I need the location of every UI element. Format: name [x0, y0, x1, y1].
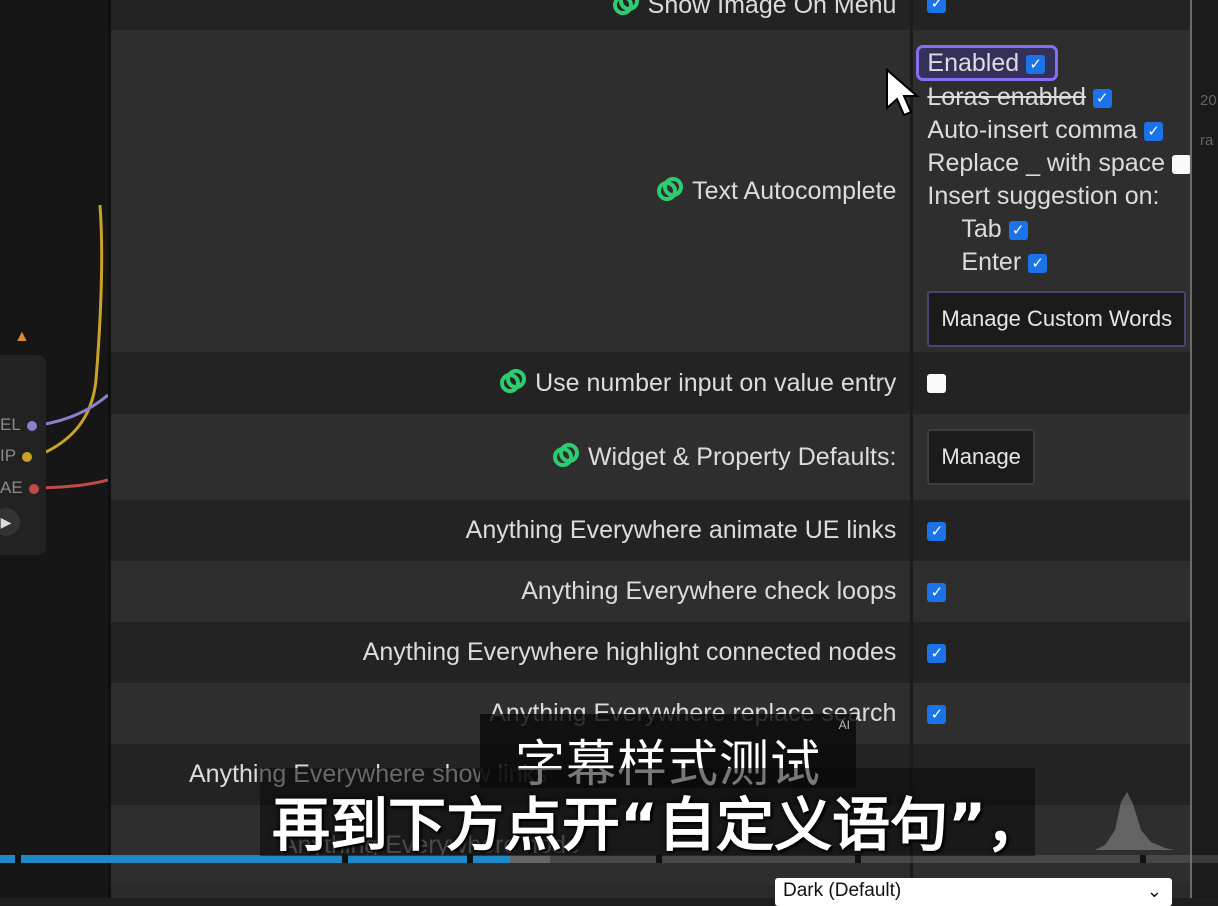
setting-row: Use number input on value entry — [111, 352, 1191, 414]
auto-comma-checkbox[interactable]: ✓ — [1144, 121, 1164, 141]
enter-label: Enter — [961, 248, 1022, 276]
port-dot[interactable] — [26, 420, 37, 431]
setting-label: Anything Everywhere check loops — [111, 561, 914, 622]
tab-checkbox[interactable]: ✓ — [1008, 220, 1028, 240]
right-panel-edge: 20 ra — [1190, 0, 1218, 898]
ae-highlight-checkbox[interactable]: ✓ — [927, 643, 947, 663]
setting-row: Widget & Property Defaults: Manage — [111, 414, 1191, 500]
setting-row: Text Autocomplete Enabled ✓ Loras enable… — [111, 30, 1191, 352]
enter-checkbox[interactable]: ✓ — [1028, 253, 1048, 273]
link-badge-icon — [552, 443, 579, 467]
manage-custom-words-button[interactable]: Manage Custom Words — [927, 291, 1187, 347]
enabled-checkbox[interactable]: ✓ — [1026, 54, 1046, 74]
setting-label: Anything Everywhere highlight connected … — [111, 622, 914, 683]
port-dot[interactable] — [22, 451, 33, 462]
mouse-cursor-icon — [886, 68, 920, 117]
setting-label: Text Autocomplete — [111, 30, 914, 352]
setting-label: Use number input on value entry — [111, 352, 914, 414]
node-canvas[interactable]: ▲ EL IP AE ▶ — [0, 0, 108, 898]
number-input-checkbox[interactable] — [927, 374, 947, 394]
loras-label: Loras enabled — [927, 83, 1086, 111]
ae-animate-checkbox[interactable]: ✓ — [927, 521, 947, 541]
chapter-divider — [15, 855, 21, 863]
replace-underscore-checkbox[interactable] — [1172, 154, 1191, 174]
setting-row: Show Image On Menu ✓ — [111, 0, 1191, 30]
port-dot[interactable] — [28, 483, 39, 494]
show-image-checkbox[interactable]: ✓ — [927, 0, 947, 14]
theme-select[interactable]: Dark (Default) ⌄ — [775, 878, 1172, 906]
insert-suggestion-label: Insert suggestion on: — [927, 182, 1160, 210]
setting-label: Widget & Property Defaults: — [111, 414, 914, 500]
ae-replace-search-checkbox[interactable]: ✓ — [927, 704, 947, 724]
port-label: AE — [0, 478, 39, 498]
setting-row: Anything Everywhere highlight connected … — [111, 622, 1191, 683]
auto-comma-label: Auto-insert comma — [927, 116, 1138, 144]
tab-label: Tab — [961, 215, 1002, 243]
enabled-option[interactable]: Enabled ✓ — [916, 45, 1059, 81]
manage-defaults-button[interactable]: Manage — [927, 429, 1035, 485]
setting-row: Anything Everywhere check loops ✓ — [111, 561, 1191, 622]
video-subtitle: 再到下方点开“自定义语句”， — [272, 791, 1045, 859]
setting-row: Anything Everywhere animate UE links ✓ — [111, 500, 1191, 561]
port-label: IP — [0, 446, 33, 466]
chapter-divider — [1140, 855, 1146, 863]
setting-label: Show Image On Menu — [111, 0, 914, 30]
port-label: EL — [0, 415, 37, 435]
replace-underscore-label: Replace _ with space — [927, 149, 1166, 177]
link-badge-icon — [612, 0, 639, 15]
link-badge-icon — [500, 369, 527, 393]
audio-waveform-icon — [1095, 792, 1175, 850]
fox-icon: ▲ — [14, 328, 30, 345]
ae-loops-checkbox[interactable]: ✓ — [927, 582, 947, 602]
setting-label: Anything Everywhere animate UE links — [111, 500, 914, 561]
loras-checkbox[interactable]: ✓ — [1092, 88, 1112, 108]
link-badge-icon — [657, 177, 684, 201]
chevron-down-icon: ⌄ — [1146, 881, 1162, 901]
